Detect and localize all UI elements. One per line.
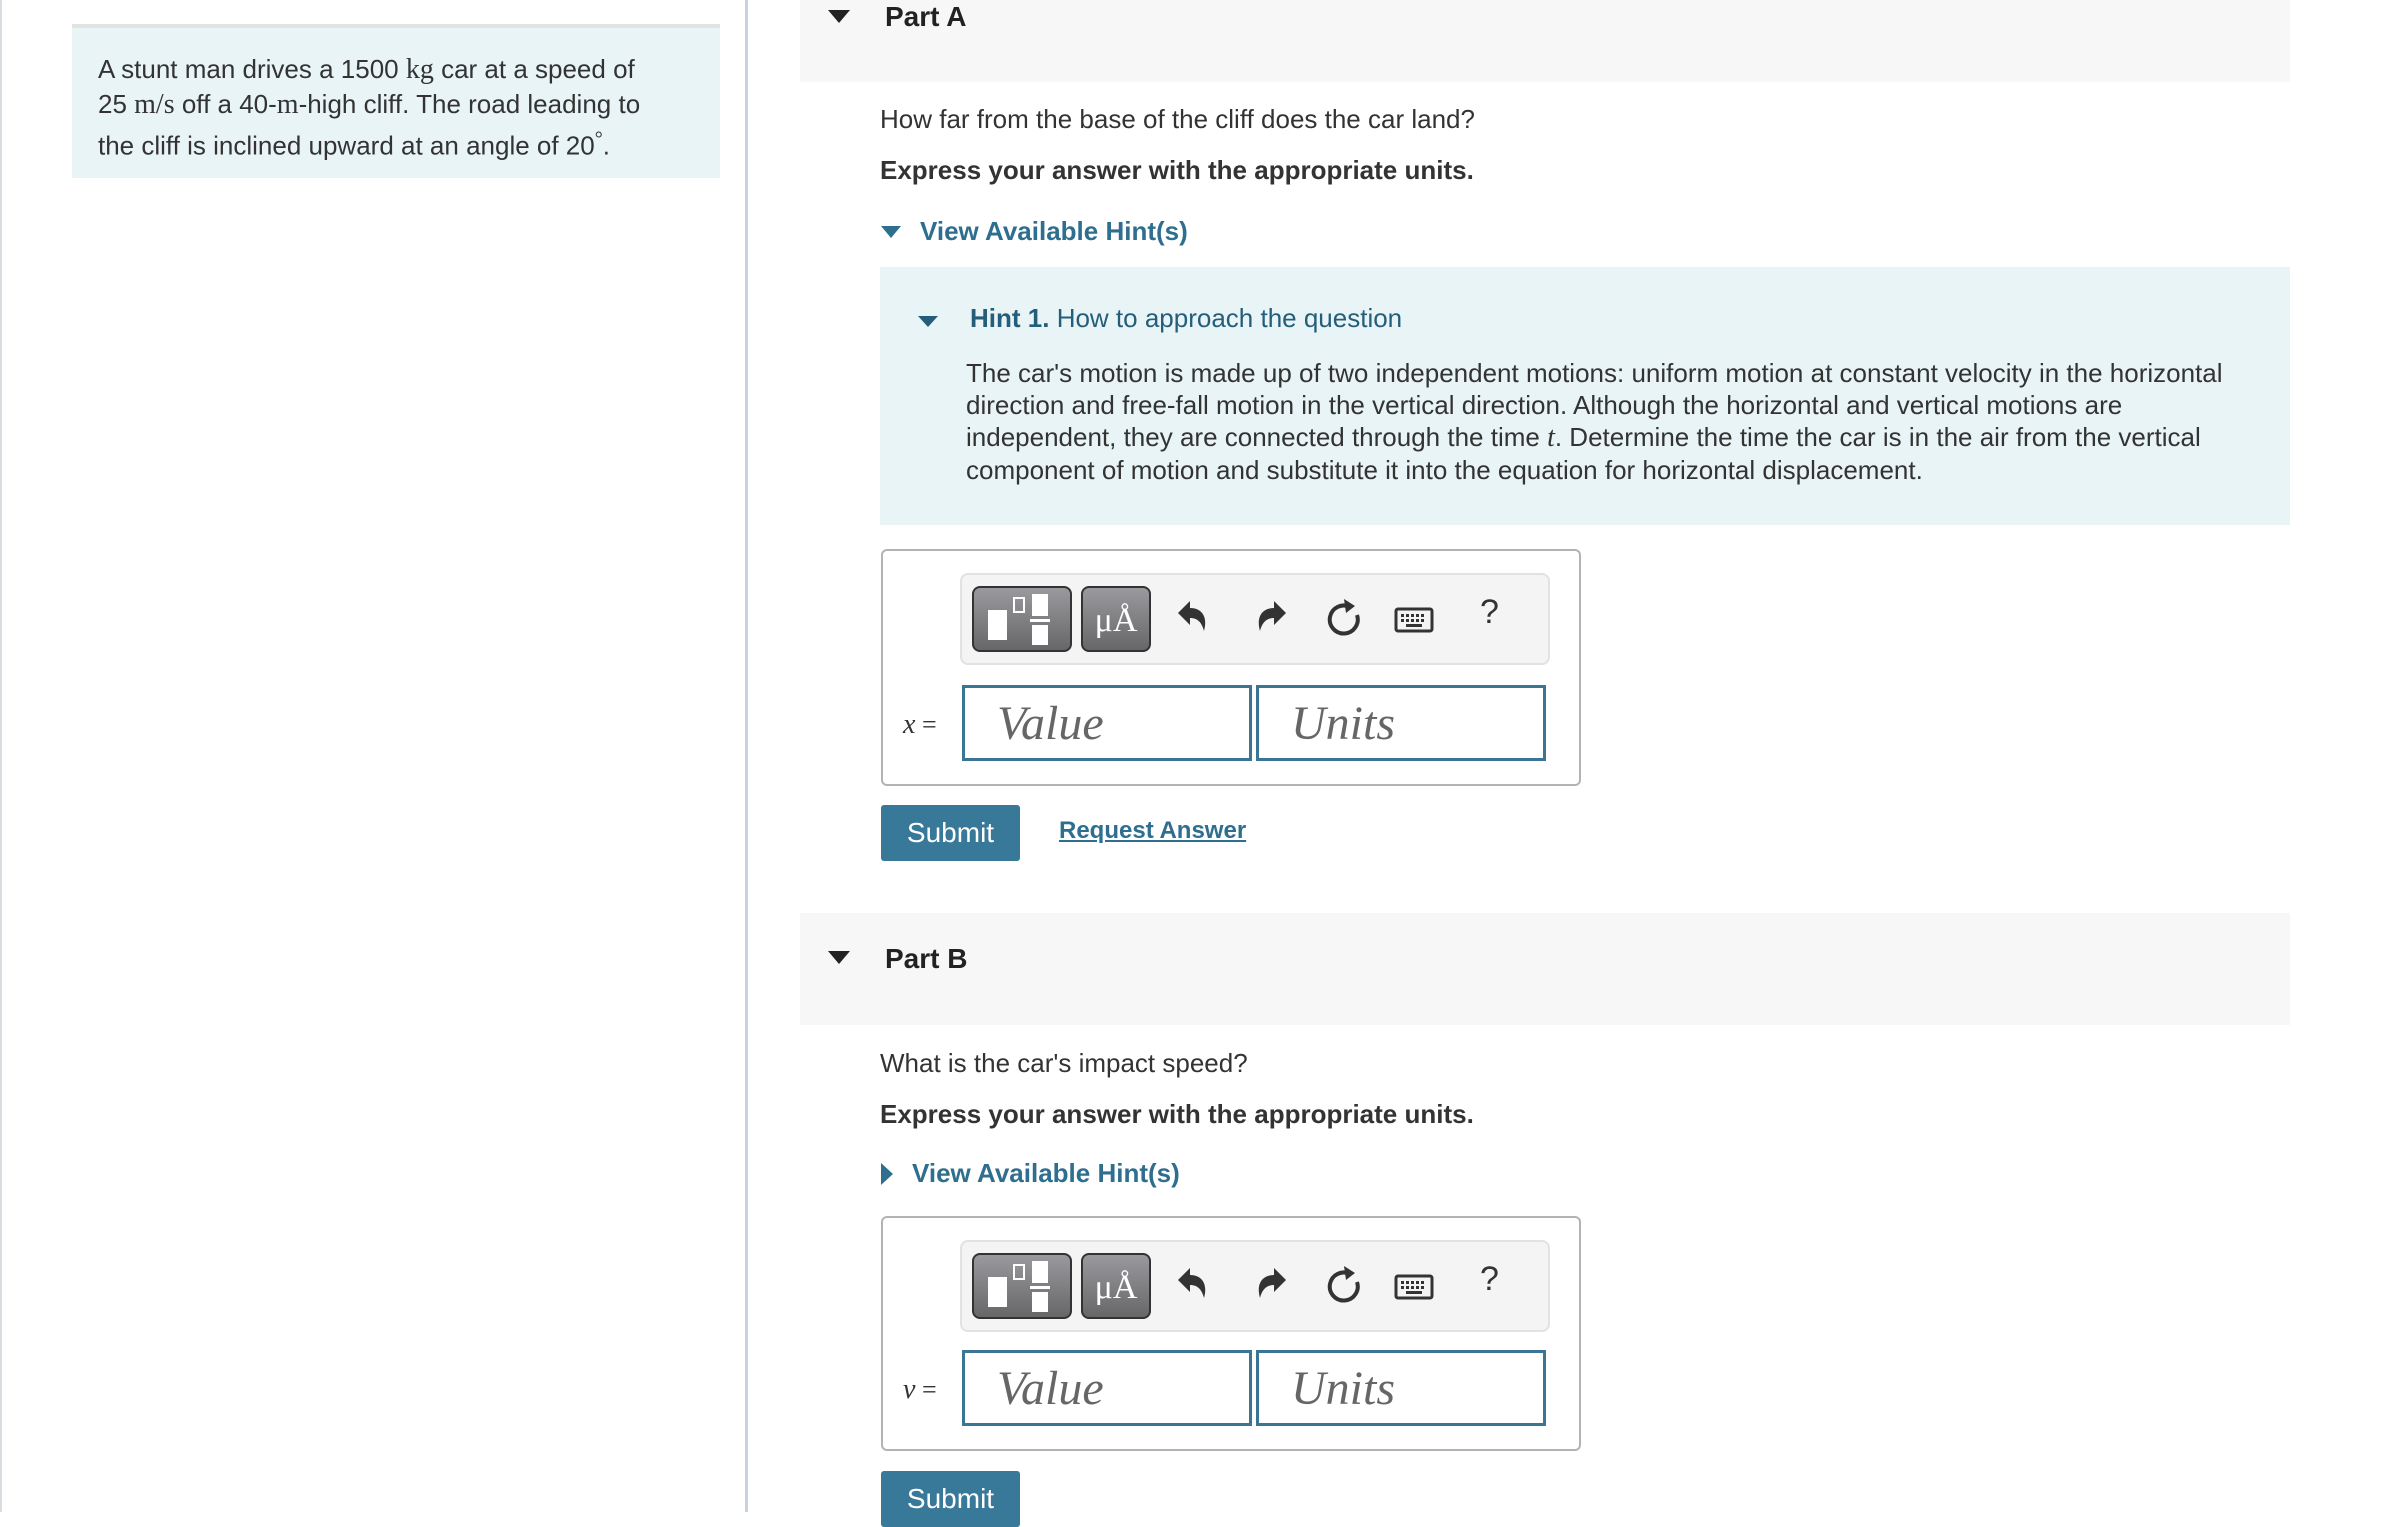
part-b-hints-toggle[interactable]: View Available Hint(s) (880, 1158, 1280, 1190)
symbols-button[interactable]: μÅ (1081, 586, 1151, 652)
problem-statement-panel: A stunt man drives a 1500 kg car at a sp… (72, 24, 720, 178)
part-a-instruction: Express your answer with the appropriate… (880, 155, 1474, 185)
reset-icon[interactable] (1324, 1264, 1364, 1308)
help-button[interactable]: ? (1480, 1260, 1499, 1299)
undo-icon[interactable] (1174, 1264, 1214, 1308)
part-b-question: What is the car's impact speed? (880, 1048, 1248, 1078)
templates-icon (988, 1261, 1050, 1312)
answer-variable-label: v = (903, 1374, 937, 1405)
reset-icon[interactable] (1324, 597, 1364, 641)
view-hints-link[interactable]: View Available Hint(s) (912, 1158, 1180, 1189)
hint-collapse-triangle-icon[interactable] (918, 316, 938, 327)
part-b-instruction: Express your answer with the appropriate… (880, 1099, 1474, 1129)
part-b-submit-button[interactable]: Submit (881, 1471, 1020, 1527)
value-input[interactable] (962, 685, 1252, 761)
symbols-button[interactable]: μÅ (1081, 1253, 1151, 1319)
keyboard-icon[interactable] (1392, 597, 1436, 641)
part-b-answer-box: μÅ ? v = (881, 1216, 1581, 1451)
units-input[interactable] (1256, 685, 1546, 761)
window-left-border (0, 0, 2, 1512)
hint-body: The car's motion is made up of two indep… (966, 358, 2223, 485)
help-button[interactable]: ? (1480, 593, 1499, 632)
part-b-header[interactable]: Part B (800, 913, 2290, 1025)
triangle-down-icon (881, 226, 901, 238)
part-b-title: Part B (885, 943, 968, 974)
templates-button[interactable] (972, 1253, 1072, 1319)
keyboard-icon[interactable] (1392, 1264, 1436, 1308)
part-a-answer-box: μÅ ? x = (881, 549, 1581, 786)
redo-icon[interactable] (1250, 597, 1290, 641)
view-hints-link[interactable]: View Available Hint(s) (920, 216, 1188, 247)
math-toolbar: μÅ ? (960, 1240, 1550, 1332)
triangle-right-icon (881, 1163, 893, 1185)
part-a-submit-button[interactable]: Submit (881, 805, 1020, 861)
redo-icon[interactable] (1250, 1264, 1290, 1308)
part-a-title: Part A (885, 1, 967, 32)
templates-icon (988, 594, 1050, 645)
request-answer-link[interactable]: Request Answer (1059, 817, 1246, 845)
part-a-header[interactable]: Part A (800, 0, 2290, 82)
problem-statement-text: A stunt man drives a 1500 kg car at a sp… (98, 54, 641, 161)
collapse-triangle-icon[interactable] (828, 951, 850, 964)
hint-title[interactable]: Hint 1. How to approach the question (970, 303, 1402, 334)
undo-icon[interactable] (1174, 597, 1214, 641)
part-a-hints-toggle[interactable]: View Available Hint(s) (880, 216, 1280, 248)
math-toolbar: μÅ ? (960, 573, 1550, 665)
hint-panel: Hint 1. How to approach the question The… (880, 267, 2290, 525)
value-input[interactable] (962, 1350, 1252, 1426)
units-input[interactable] (1256, 1350, 1546, 1426)
pane-divider[interactable] (745, 0, 748, 1512)
collapse-triangle-icon[interactable] (828, 10, 850, 23)
templates-button[interactable] (972, 586, 1072, 652)
answer-variable-label: x = (903, 709, 937, 740)
part-a-question: How far from the base of the cliff does … (880, 104, 1475, 134)
